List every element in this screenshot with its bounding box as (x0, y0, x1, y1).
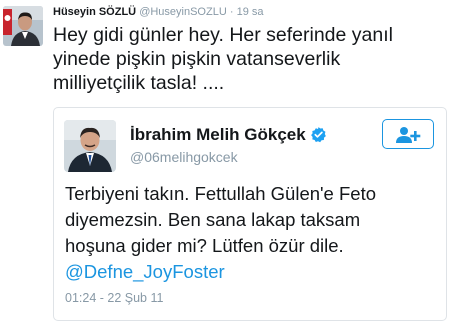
quoted-tweet-timestamp[interactable]: 01:24 - 22 Şub 11 (65, 290, 163, 306)
separator-dot: · (229, 6, 234, 18)
tweet-card: Hüseyin SÖZLÜ @HuseyinSOZLU · 19 sa Hey … (0, 0, 454, 324)
follow-button[interactable] (382, 119, 434, 149)
tweet-time[interactable]: 19 sa (237, 6, 264, 18)
quoted-tweet-text: Terbiyeni takın. Fettullah Gülen'e Feto … (65, 183, 377, 256)
verified-badge-icon (310, 126, 327, 148)
author-avatar[interactable] (3, 6, 43, 46)
quoted-author-handle[interactable]: @06melihgokcek (130, 148, 238, 166)
quoted-author-avatar[interactable] (64, 120, 116, 172)
quoted-author-name-row: İbrahim Melih Gökçek (130, 125, 327, 148)
mention-link[interactable]: @Defne_JoyFoster (65, 261, 225, 282)
add-user-icon (396, 127, 421, 143)
author-handle[interactable]: @HuseyinSOZLU (139, 6, 227, 18)
author-name[interactable]: Hüseyin SÖZLÜ (53, 6, 136, 18)
tweet-header: Hüseyin SÖZLÜ @HuseyinSOZLU · 19 sa (53, 5, 264, 19)
quoted-author-name[interactable]: İbrahim Melih Gökçek (130, 125, 306, 144)
tweet-text: Hey gidi günler hey. Her seferinde yanıl… (53, 24, 393, 94)
quoted-tweet-text-block: Terbiyeni takın. Fettullah Gülen'e Feto … (65, 181, 437, 285)
quoted-tweet-card[interactable]: İbrahim Melih Gökçek @06melihgokcek Terb… (53, 107, 447, 321)
